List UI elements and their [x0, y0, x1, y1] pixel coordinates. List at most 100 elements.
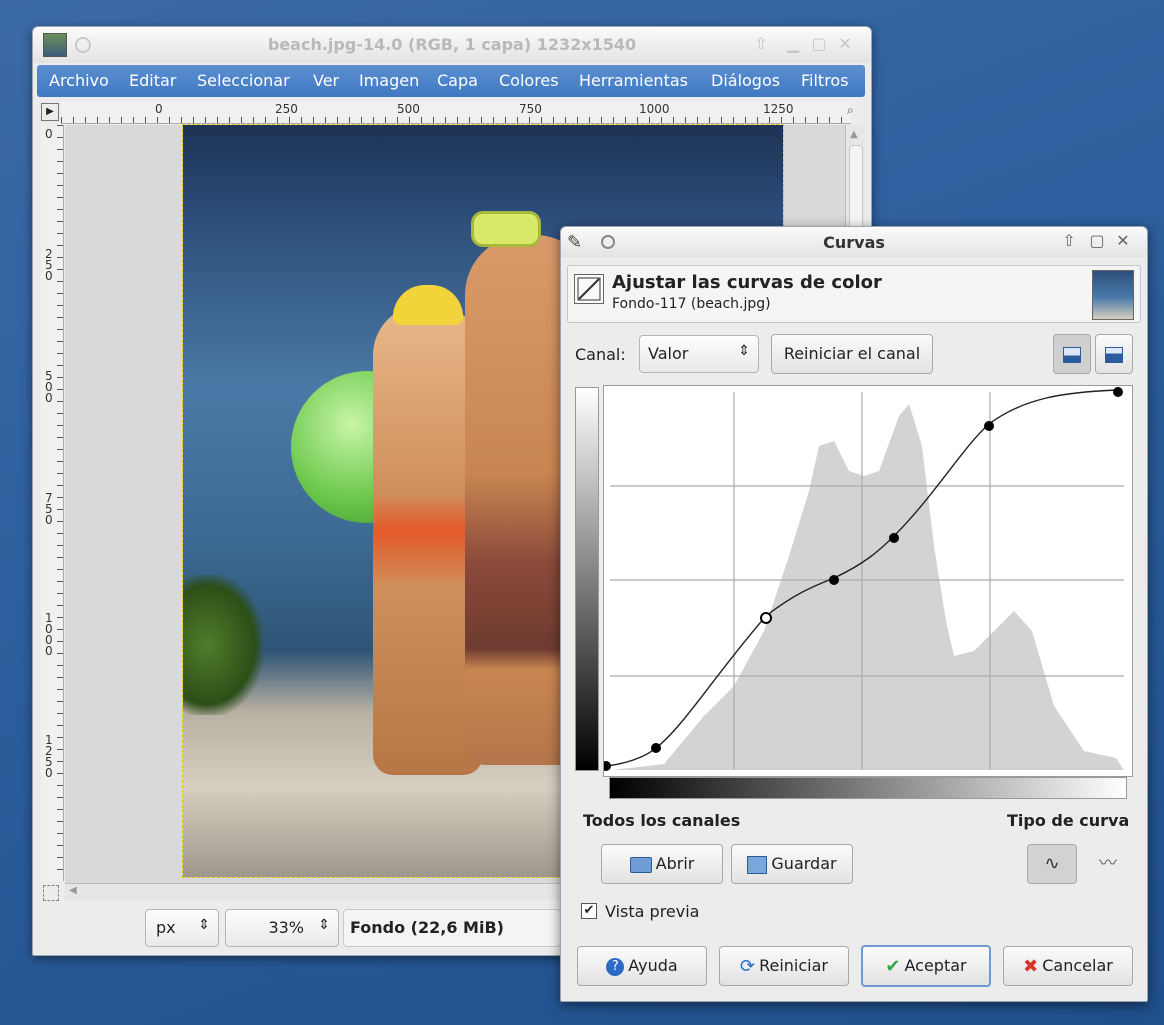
ok-button[interactable]: ✔ Aceptar [861, 945, 991, 987]
zoom-icon[interactable]: ⌕ [847, 103, 863, 119]
curves-tool-glyph [577, 277, 601, 301]
check-icon: ✔ [885, 955, 901, 977]
menubar: Archivo Editar Seleccionar Ver Imagen Ca… [37, 65, 865, 97]
histogram-linear-button[interactable] [1053, 334, 1091, 374]
menu-dialogos[interactable]: Diálogos [711, 71, 780, 90]
curves-tool-icon [574, 274, 604, 304]
ruler-label: 1000 [639, 102, 670, 116]
channel-label: Canal: [575, 345, 626, 364]
image-window-title: beach.jpg-14.0 (RGB, 1 capa) 1232x1540 [267, 35, 637, 54]
curve-point[interactable] [889, 533, 899, 543]
menu-filtros[interactable]: Filtros [801, 71, 849, 90]
smooth-curve-icon: ∿ [1044, 853, 1060, 874]
menu-capa[interactable]: Capa [437, 71, 478, 90]
menu-archivo[interactable]: Archivo [49, 71, 109, 90]
curves-titlebar[interactable]: ✎ Curvas ⇧ ▢ ✕ [561, 227, 1147, 257]
curves-graph[interactable] [601, 386, 1132, 776]
ruler-label: 1250 [763, 102, 794, 116]
menu-imagen[interactable]: Imagen [359, 71, 419, 90]
curve-point[interactable] [1113, 387, 1123, 397]
ruler-label: 250 [45, 247, 53, 283]
preview-label[interactable]: Vista previa [605, 902, 699, 921]
curve-point[interactable] [829, 575, 839, 585]
shade-icon[interactable]: ⇧ [753, 36, 769, 52]
spinner-icon: ⇕ [198, 917, 210, 933]
histogram-log-icon [1105, 346, 1123, 363]
freehand-curve-icon: 〰 [1099, 853, 1117, 874]
layer-thumbnail [1092, 270, 1134, 320]
unit-value: px [156, 918, 176, 937]
curve-point[interactable] [601, 761, 611, 771]
maximize-icon[interactable]: ▢ [1089, 233, 1105, 249]
ruler-label: 500 [397, 102, 420, 116]
ruler-label: 1250 [45, 733, 53, 780]
help-icon: ? [606, 957, 625, 976]
reset-button[interactable]: ⟳ Reiniciar [719, 946, 849, 986]
cancel-button[interactable]: ✖ Cancelar [1003, 946, 1133, 986]
help-button[interactable]: ? Ayuda [577, 946, 707, 986]
curves-title: Curvas [823, 233, 885, 252]
ok-label: Aceptar [904, 956, 967, 975]
menu-herramientas[interactable]: Herramientas [579, 71, 688, 90]
spinner-icon: ⇕ [738, 343, 750, 359]
curve-point-selected[interactable] [760, 612, 772, 624]
open-label: Abrir [655, 854, 695, 873]
girl-hat [393, 285, 463, 325]
unit-select[interactable]: px ⇕ [145, 909, 219, 947]
zoom-select[interactable]: 33% ⇕ [225, 909, 339, 947]
layer-info-text: Fondo (22,6 MiB) [350, 918, 504, 937]
curve-point[interactable] [651, 743, 661, 753]
ruler-label: 250 [275, 102, 298, 116]
ruler-label: 750 [519, 102, 542, 116]
save-button[interactable]: Guardar [731, 844, 853, 884]
quick-mask-toggle[interactable]: ▶ [41, 103, 59, 121]
layer-info: Fondo (22,6 MiB) [343, 909, 561, 947]
curve-point[interactable] [984, 421, 994, 431]
maximize-icon[interactable]: ▢ [811, 36, 827, 52]
menu-editar[interactable]: Editar [129, 71, 176, 90]
reset-channel-button[interactable]: Reiniciar el canal [771, 334, 933, 374]
menu-colores[interactable]: Colores [499, 71, 559, 90]
ruler-label: 1000 [45, 611, 53, 658]
smooth-curve-button[interactable]: ∿ [1027, 844, 1077, 884]
channel-value: Valor [648, 344, 689, 363]
dialog-heading: Ajustar las curvas de color [612, 272, 882, 293]
folder-open-icon [629, 856, 652, 873]
channel-select[interactable]: Valor ⇕ [639, 335, 759, 373]
vertical-ruler[interactable]: 0 250 500 750 1000 1250 [41, 125, 64, 881]
image-window-titlebar[interactable]: beach.jpg-14.0 (RGB, 1 capa) 1232x1540 ⇧… [33, 27, 871, 63]
help-label: Ayuda [628, 956, 678, 975]
all-channels-label: Todos los canales [583, 811, 741, 830]
input-gradient-bar [575, 387, 599, 771]
preview-checkbox[interactable]: ✔ [581, 903, 597, 919]
histogram-linear-icon [1063, 346, 1081, 363]
curves-plot-frame[interactable] [601, 385, 1133, 777]
save-icon [747, 855, 768, 874]
close-icon[interactable]: ✕ [837, 36, 853, 52]
freehand-curve-button[interactable]: 〰 [1083, 844, 1133, 884]
scroll-left-icon[interactable]: ◀ [69, 885, 77, 896]
close-icon[interactable]: ✕ [1115, 233, 1131, 249]
ruler-label: 0 [155, 102, 163, 116]
reset-label: Reiniciar [759, 956, 828, 975]
menu-seleccionar[interactable]: Seleccionar [197, 71, 290, 90]
curve-type-label: Tipo de curva [1007, 811, 1130, 830]
cancel-icon: ✖ [1023, 955, 1039, 977]
diving-mask [471, 211, 541, 247]
shade-icon[interactable]: ⇧ [1061, 233, 1077, 249]
ruler-label: 750 [45, 491, 53, 527]
zoom-value: 33% [268, 918, 304, 937]
minimize-icon[interactable]: ▁ [785, 36, 801, 52]
dialog-subheading: Fondo-117 (beach.jpg) [612, 296, 771, 312]
navigate-icon[interactable] [43, 885, 59, 901]
scroll-up-icon[interactable]: ▲ [848, 129, 860, 141]
histogram [612, 404, 1124, 770]
menu-ver[interactable]: Ver [313, 71, 339, 90]
histogram-log-button[interactable] [1095, 334, 1133, 374]
horizontal-ruler[interactable]: 0 250 500 750 1000 1250 [61, 101, 851, 124]
open-button[interactable]: Abrir [601, 844, 723, 884]
reset-icon: ⟳ [740, 955, 756, 977]
ruler-label: 500 [45, 369, 53, 405]
plant [183, 575, 263, 715]
ruler-label: 0 [45, 127, 53, 141]
